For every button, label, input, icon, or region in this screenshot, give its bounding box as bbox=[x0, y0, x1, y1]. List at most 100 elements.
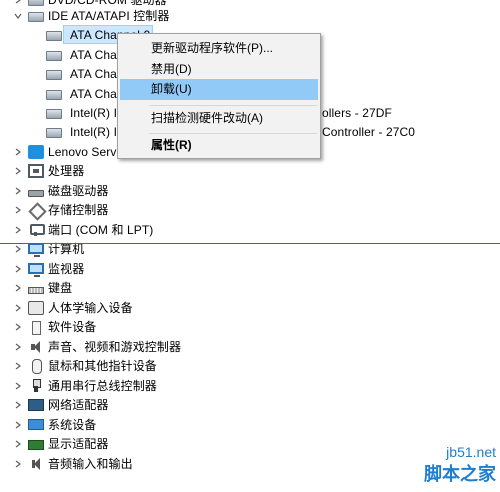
menu-item-update-driver[interactable]: 更新驱动程序软件(P)... bbox=[120, 38, 318, 59]
chevron-right-icon[interactable] bbox=[12, 438, 24, 450]
tree-item-display-adapters[interactable]: 显示适配器 bbox=[12, 434, 109, 454]
chevron-down-icon[interactable] bbox=[12, 10, 24, 22]
tree-item-label: 人体学输入设备 bbox=[48, 301, 133, 316]
tree-item-software-devices[interactable]: 软件设备 bbox=[12, 317, 96, 337]
watermark-brand: 脚本之家 bbox=[424, 464, 496, 485]
tree-item-label: 鼠标和其他指针设备 bbox=[48, 359, 157, 374]
chevron-right-icon[interactable] bbox=[12, 0, 24, 6]
tree-item-label: 网络适配器 bbox=[48, 398, 109, 413]
tree-item-system-devices[interactable]: 系统设备 bbox=[12, 415, 96, 435]
chevron-right-icon[interactable] bbox=[12, 399, 24, 411]
context-menu: 更新驱动程序软件(P)... 禁用(D) 卸载(U) 扫描检测硬件改动(A) 属… bbox=[117, 33, 321, 159]
port-icon bbox=[28, 223, 45, 237]
tree-item-label: 音频输入和输出 bbox=[48, 457, 133, 472]
system-device-icon bbox=[28, 419, 44, 431]
tree-item-label: Intel(R) I bbox=[70, 105, 118, 120]
menu-separator bbox=[149, 105, 317, 106]
ata-channel-icon bbox=[46, 30, 62, 41]
controller-icon bbox=[46, 108, 62, 119]
chevron-right-icon[interactable] bbox=[12, 146, 24, 158]
tree-item-label-tail: Controller - 27C0 bbox=[322, 122, 415, 142]
chevron-right-icon[interactable] bbox=[12, 458, 24, 470]
chevron-right-icon[interactable] bbox=[12, 204, 24, 216]
ata-channel-icon bbox=[46, 50, 62, 61]
software-device-icon bbox=[28, 320, 44, 335]
ide-controller-icon bbox=[28, 11, 44, 22]
audio-io-icon bbox=[28, 457, 44, 471]
tree-item-lenovo[interactable]: Lenovo Serv bbox=[12, 142, 116, 162]
tree-item-label: 键盘 bbox=[48, 281, 73, 296]
mouse-icon bbox=[28, 358, 44, 374]
tree-item-label: 系统设备 bbox=[48, 418, 97, 433]
tree-item-label: ATA Cha bbox=[70, 47, 117, 62]
tree-item-hid[interactable]: 人体学输入设备 bbox=[12, 298, 133, 318]
keyboard-icon bbox=[28, 286, 44, 294]
tree-item-label: 软件设备 bbox=[48, 320, 97, 335]
tree-item-label: 显示适配器 bbox=[48, 437, 109, 452]
tree-item-label: 处理器 bbox=[48, 164, 85, 179]
monitor-icon bbox=[28, 263, 44, 278]
tree-item-intel-controller-a[interactable]: Intel(R) I bbox=[46, 103, 117, 123]
tree-item-sound-video-game[interactable]: 声音、视频和游戏控制器 bbox=[12, 337, 181, 357]
chevron-right-icon[interactable] bbox=[12, 419, 24, 431]
ata-channel-icon bbox=[46, 69, 62, 80]
tree-item-usb[interactable]: 通用串行总线控制器 bbox=[12, 376, 157, 396]
tree-item-label: 磁盘驱动器 bbox=[48, 184, 109, 199]
chevron-right-icon[interactable] bbox=[12, 224, 24, 236]
tree-item-audio-io[interactable]: 音频输入和输出 bbox=[12, 454, 133, 474]
human-interface-device-icon bbox=[28, 300, 44, 315]
menu-item-properties[interactable]: 属性(R) bbox=[120, 135, 318, 156]
lenovo-icon bbox=[28, 144, 44, 159]
tree-item-label-tail-a: ollers - 27DF bbox=[322, 105, 392, 120]
tree-item-storage-controllers[interactable]: 存储控制器 bbox=[12, 200, 109, 220]
tree-item-mice[interactable]: 鼠标和其他指针设备 bbox=[12, 356, 157, 376]
tree-item-label: Intel(R) I bbox=[70, 124, 118, 139]
tree-item-ide-controllers[interactable]: IDE ATA/ATAPI 控制器 bbox=[12, 6, 170, 26]
watermark: jb51.net 脚本之家 bbox=[376, 444, 496, 488]
annotation-line bbox=[0, 243, 500, 244]
network-adapter-icon bbox=[28, 398, 44, 411]
tree-item-label-tail-b: Controller - 27C0 bbox=[322, 124, 416, 139]
tree-item-ata-channel-3[interactable]: ATA Cha bbox=[46, 84, 117, 104]
tree-item-ata-channel-1[interactable]: ATA Cha bbox=[46, 45, 117, 65]
tree-item-disk-drives[interactable]: 磁盘驱动器 bbox=[12, 181, 109, 201]
tree-item-network-adapters[interactable]: 网络适配器 bbox=[12, 395, 109, 415]
disk-drive-icon bbox=[28, 189, 44, 197]
tree-item-keyboards[interactable]: 键盘 bbox=[12, 278, 72, 298]
usb-icon bbox=[28, 378, 44, 393]
chevron-right-icon[interactable] bbox=[12, 341, 24, 353]
menu-separator bbox=[149, 133, 317, 134]
menu-item-scan-hardware[interactable]: 扫描检测硬件改动(A) bbox=[120, 108, 318, 129]
chevron-right-icon[interactable] bbox=[12, 321, 24, 333]
chevron-right-icon[interactable] bbox=[12, 282, 24, 294]
chevron-right-icon[interactable] bbox=[12, 263, 24, 275]
dvd-drive-icon bbox=[28, 0, 44, 6]
chevron-right-icon[interactable] bbox=[12, 302, 24, 314]
tree-item-label: ATA Cha bbox=[70, 66, 117, 81]
controller-icon bbox=[46, 127, 62, 138]
storage-controller-icon bbox=[28, 203, 44, 217]
ata-channel-icon bbox=[46, 89, 62, 100]
tree-item-intel-controller-b[interactable]: Intel(R) I bbox=[46, 122, 117, 142]
watermark-url: jb51.net bbox=[446, 444, 496, 460]
menu-item-uninstall[interactable]: 卸载(U) bbox=[120, 79, 318, 100]
display-adapter-icon bbox=[28, 439, 44, 450]
tree-item-computer[interactable]: 计算机 bbox=[12, 239, 84, 259]
chevron-right-icon[interactable] bbox=[12, 380, 24, 392]
chevron-right-icon[interactable] bbox=[12, 165, 24, 177]
chevron-right-icon[interactable] bbox=[12, 185, 24, 197]
menu-item-disable[interactable]: 禁用(D) bbox=[120, 59, 318, 80]
tree-item-ports[interactable]: 端口 (COM 和 LPT) bbox=[12, 220, 153, 240]
tree-item-label-tail: ollers - 27DF bbox=[322, 103, 392, 123]
tree-item-label: 通用串行总线控制器 bbox=[48, 379, 157, 394]
speaker-icon bbox=[28, 340, 44, 354]
tree-item-label: Lenovo Serv bbox=[48, 144, 117, 159]
tree-item-label: 存储控制器 bbox=[48, 203, 109, 218]
tree-item-processors[interactable]: 处理器 bbox=[12, 161, 84, 181]
chevron-right-icon[interactable] bbox=[12, 243, 24, 255]
tree-item-ata-channel-2[interactable]: ATA Cha bbox=[46, 64, 117, 84]
tree-item-monitors[interactable]: 监视器 bbox=[12, 259, 84, 279]
processor-icon bbox=[28, 163, 44, 178]
chevron-right-icon[interactable] bbox=[12, 360, 24, 372]
tree-item-label: ATA Cha bbox=[70, 86, 117, 101]
